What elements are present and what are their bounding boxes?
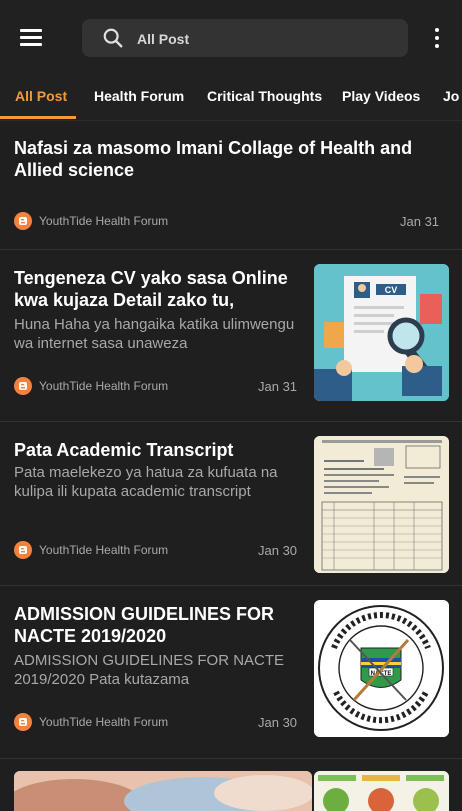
post-item[interactable] bbox=[0, 759, 462, 811]
search-bar[interactable] bbox=[82, 19, 408, 57]
post-title[interactable]: Nafasi za masomo Imani Collage of Health… bbox=[14, 137, 434, 181]
blogger-icon bbox=[14, 541, 32, 559]
post-date: Jan 31 bbox=[400, 214, 440, 229]
app-bar bbox=[0, 0, 462, 76]
tab-critical-thoughts[interactable]: Critical Thoughts bbox=[207, 88, 322, 104]
post-meta: YouthTide Health Forum Jan 31 bbox=[14, 212, 444, 230]
hamburger-menu-icon[interactable] bbox=[20, 29, 42, 47]
post-author: YouthTide Health Forum bbox=[39, 379, 169, 393]
post-item[interactable]: Tengeneza CV yako sasa Online kwa kujaza… bbox=[0, 250, 462, 422]
tab-play-videos[interactable]: Play Videos bbox=[342, 88, 420, 104]
active-tab-indicator bbox=[0, 116, 76, 119]
post-thumbnail-cv[interactable]: CV bbox=[314, 264, 449, 401]
tab-all-post[interactable]: All Post bbox=[15, 88, 67, 104]
category-tabs: All Post Health Forum Critical Thoughts … bbox=[0, 76, 462, 121]
post-meta: YouthTide Health Forum Jan 30 bbox=[14, 713, 304, 731]
post-snippet: Huna Haha ya hangaika katika ulimwengu w… bbox=[14, 316, 295, 352]
post-thumbnail-food[interactable] bbox=[314, 771, 449, 811]
post-item[interactable]: Pata Academic Transcript Pata maelekezo … bbox=[0, 422, 462, 586]
post-author: YouthTide Health Forum bbox=[39, 214, 169, 228]
post-title[interactable]: Pata Academic Transcript bbox=[14, 439, 309, 461]
blogger-icon bbox=[14, 713, 32, 731]
more-vert-icon[interactable] bbox=[430, 28, 444, 48]
post-title[interactable]: Tengeneza CV yako sasa Online kwa kujaza… bbox=[14, 267, 309, 311]
post-snippet: ADMISSION GUIDELINES FOR NACTE 2019/2020… bbox=[14, 652, 285, 688]
post-author: YouthTide Health Forum bbox=[39, 715, 169, 729]
post-thumbnail-nacte[interactable]: NACTE bbox=[314, 600, 449, 737]
cv-thumbnail-label: CV bbox=[385, 285, 398, 295]
post-date: Jan 30 bbox=[258, 715, 298, 730]
post-date: Jan 30 bbox=[258, 543, 298, 558]
tab-health-forum[interactable]: Health Forum bbox=[94, 88, 184, 104]
tab-jobs[interactable]: Jo bbox=[443, 88, 459, 104]
post-thumbnail-transcript[interactable] bbox=[314, 436, 449, 573]
post-author: YouthTide Health Forum bbox=[39, 543, 169, 557]
blogger-icon bbox=[14, 212, 32, 230]
post-snippet: Pata maelekezo ya hatua za kufuata na ku… bbox=[14, 464, 278, 500]
post-thumbnail[interactable] bbox=[14, 771, 312, 811]
search-input[interactable] bbox=[135, 28, 389, 50]
search-icon[interactable] bbox=[102, 27, 124, 49]
post-meta: YouthTide Health Forum Jan 31 bbox=[14, 377, 304, 395]
post-meta: YouthTide Health Forum Jan 30 bbox=[14, 541, 304, 559]
post-item[interactable]: Nafasi za masomo Imani Collage of Health… bbox=[0, 121, 462, 250]
post-title[interactable]: ADMISSION GUIDELINES FOR NACTE 2019/2020 bbox=[14, 603, 309, 647]
blogger-icon bbox=[14, 377, 32, 395]
post-date: Jan 31 bbox=[258, 379, 298, 394]
post-item[interactable]: ADMISSION GUIDELINES FOR NACTE 2019/2020… bbox=[0, 586, 462, 759]
